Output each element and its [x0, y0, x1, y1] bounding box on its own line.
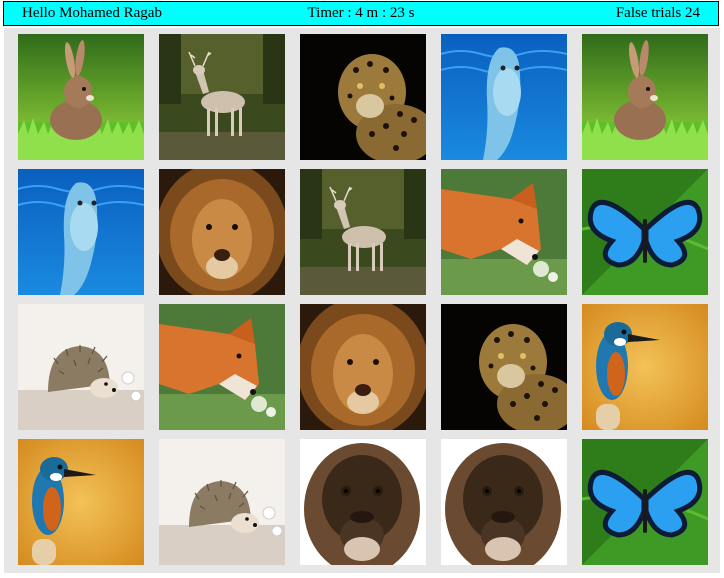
game-header: Hello Mohamed Ragab Timer : 4 m : 23 s F…: [3, 1, 719, 26]
memory-card-fox[interactable]: [159, 304, 285, 430]
memory-card-butterfly[interactable]: [582, 169, 708, 295]
kingfisher-image: [582, 304, 708, 430]
memory-card-hedgehog[interactable]: [18, 304, 144, 430]
memory-card-lion[interactable]: [159, 169, 285, 295]
memory-card-leopard[interactable]: [300, 34, 426, 160]
butterfly-image: [582, 169, 708, 295]
memory-card-rabbit[interactable]: [582, 34, 708, 160]
hedgehog-image: [18, 304, 144, 430]
memory-card-gorilla[interactable]: [441, 439, 567, 565]
memory-card-deer[interactable]: [300, 169, 426, 295]
memory-card-leopard[interactable]: [441, 304, 567, 430]
rabbit-image: [18, 34, 144, 160]
fox-image: [441, 169, 567, 295]
memory-card-kingfisher[interactable]: [582, 304, 708, 430]
memory-card-dolphin[interactable]: [18, 169, 144, 295]
lion-image: [159, 169, 285, 295]
hedgehog-image: [159, 439, 285, 565]
memory-card-kingfisher[interactable]: [18, 439, 144, 565]
gorilla-image: [441, 439, 567, 565]
false-trials-counter: False trials 24: [615, 5, 700, 21]
greeting-text: Hello Mohamed Ragab: [22, 5, 162, 21]
memory-card-fox[interactable]: [441, 169, 567, 295]
memory-card-deer[interactable]: [159, 34, 285, 160]
memory-card-gorilla[interactable]: [300, 439, 426, 565]
fox-image: [159, 304, 285, 430]
butterfly-image: [582, 439, 708, 565]
gorilla-image: [300, 439, 426, 565]
memory-card-hedgehog[interactable]: [159, 439, 285, 565]
card-board: [4, 28, 720, 573]
memory-card-lion[interactable]: [300, 304, 426, 430]
memory-card-dolphin[interactable]: [441, 34, 567, 160]
kingfisher-image: [18, 439, 144, 565]
rabbit-image: [582, 34, 708, 160]
dolphin-image: [18, 169, 144, 295]
lion-image: [300, 304, 426, 430]
dolphin-image: [441, 34, 567, 160]
deer-image: [159, 34, 285, 160]
deer-image: [300, 169, 426, 295]
memory-card-butterfly[interactable]: [582, 439, 708, 565]
memory-card-rabbit[interactable]: [18, 34, 144, 160]
leopard-image: [300, 34, 426, 160]
leopard-image: [441, 304, 567, 430]
